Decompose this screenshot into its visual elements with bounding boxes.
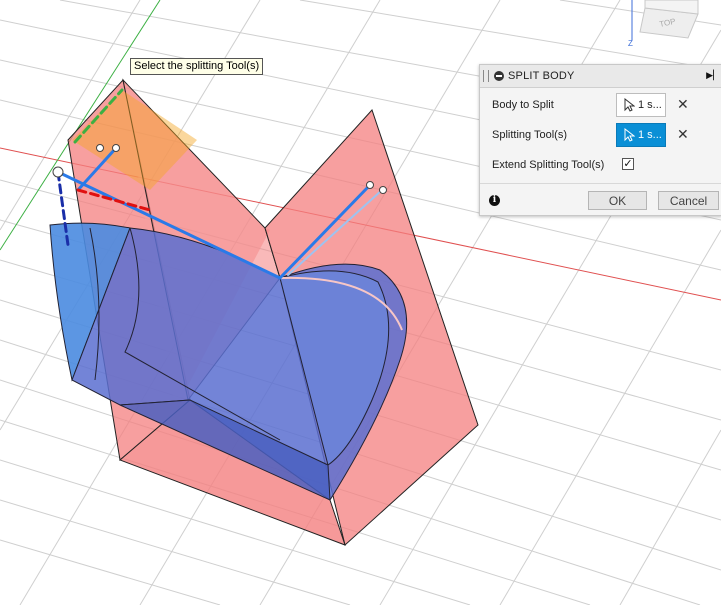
splitting-tool-value: 1 s...: [638, 129, 662, 141]
view-cube[interactable]: TOP Z: [628, 0, 699, 48]
extend-tool-checkbox[interactable]: ✓: [622, 158, 634, 170]
splitting-tool-row: Splitting Tool(s) 1 s... ✕: [480, 123, 721, 147]
extend-tool-row: Extend Splitting Tool(s) ✓: [480, 153, 721, 177]
body-to-split-label: Body to Split: [492, 99, 554, 111]
body-to-split-selector[interactable]: 1 s...: [616, 93, 666, 117]
expand-icon[interactable]: ▶▏: [706, 70, 720, 81]
collapse-icon[interactable]: [494, 71, 504, 81]
panel-title: SPLIT BODY: [508, 70, 575, 82]
cursor-icon: [624, 98, 635, 112]
drag-grip-icon[interactable]: [483, 70, 489, 82]
z-axis-label: Z: [628, 39, 633, 48]
clear-body-selection-icon[interactable]: ✕: [677, 97, 689, 111]
extend-tool-label: Extend Splitting Tool(s): [492, 159, 605, 171]
split-body-panel: SPLIT BODY ▶▏ Body to Split 1 s... ✕ Spl…: [479, 64, 721, 216]
panel-footer: i OK Cancel: [480, 183, 721, 216]
ok-button[interactable]: OK: [588, 191, 647, 210]
tooltip: Select the splitting Tool(s): [130, 58, 264, 75]
info-icon[interactable]: i: [489, 195, 500, 206]
body-to-split-value: 1 s...: [638, 99, 662, 111]
body-to-split-row: Body to Split 1 s... ✕: [480, 93, 721, 117]
cursor-icon: [624, 128, 635, 142]
splitting-tool-selector[interactable]: 1 s...: [616, 123, 666, 147]
cancel-button[interactable]: Cancel: [658, 191, 719, 210]
panel-header[interactable]: SPLIT BODY ▶▏: [480, 65, 721, 88]
clear-tool-selection-icon[interactable]: ✕: [677, 127, 689, 141]
splitting-tool-label: Splitting Tool(s): [492, 129, 567, 141]
